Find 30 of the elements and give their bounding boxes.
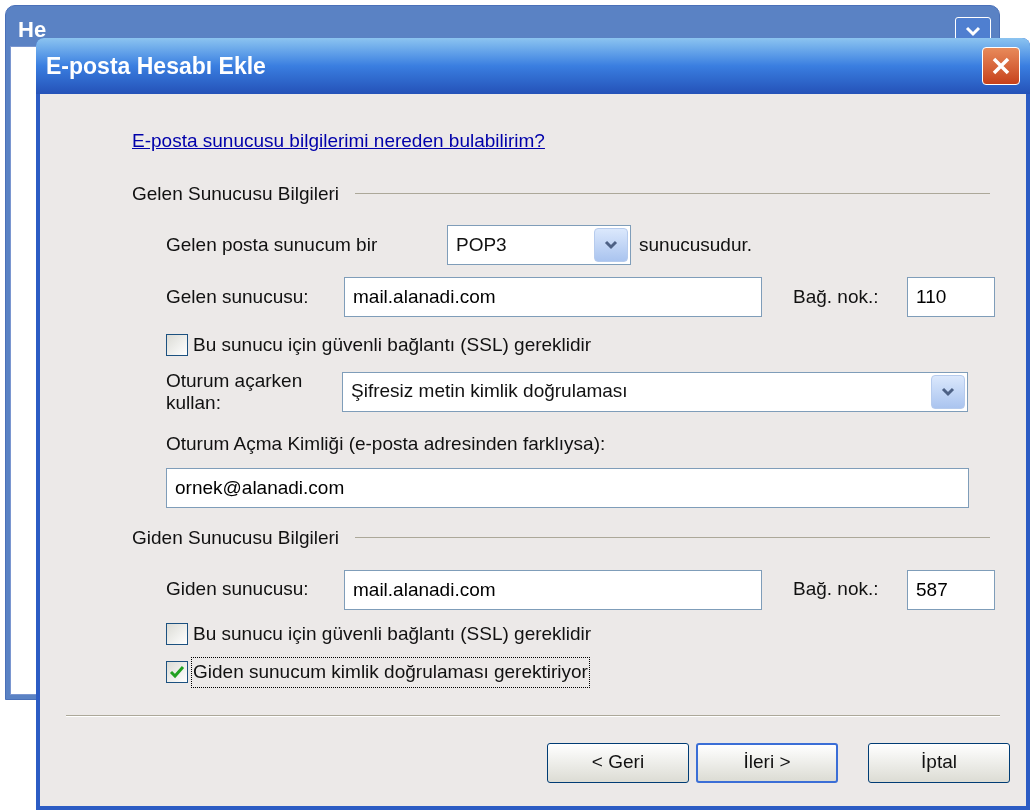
window-title: He xyxy=(18,15,47,44)
incoming-port-field[interactable]: 110 xyxy=(907,277,995,317)
dialog-button[interactable]: İptal xyxy=(868,742,1010,783)
checkbox-label: Bu sunucu için güvenli bağlantı (SSL) gereklidir xyxy=(192,621,593,646)
checkbox[interactable] xyxy=(166,622,188,645)
field-label: Gelen posta sunucum bir xyxy=(166,232,379,257)
outgoing-port-field[interactable]: 587 xyxy=(907,569,995,610)
help-link[interactable]: E-posta sunucusu bilgilerimi nereden bulabilirim? xyxy=(132,127,545,156)
field-label: Bağ. nok.: xyxy=(793,284,880,309)
field-label: sunucusudur. xyxy=(639,232,753,257)
dialog-button[interactable]: < Geri xyxy=(547,742,689,783)
section-heading: Giden Sunucusu Bilgileri xyxy=(132,526,339,550)
field-label: Giden sunucusu: xyxy=(166,577,310,602)
checkbox[interactable] xyxy=(166,661,188,684)
window-title: E-posta Hesabı Ekle xyxy=(46,51,266,81)
incoming-server-field[interactable]: mail.alanadi.com xyxy=(344,277,762,317)
dialog-button[interactable]: İleri > xyxy=(696,742,838,783)
server-type-dropdown[interactable]: POP3 xyxy=(447,225,631,265)
logon-method-dropdown[interactable]: Şifresiz metin kimlik doğrulaması xyxy=(342,371,968,412)
section-heading: Gelen Sunucusu Bilgileri xyxy=(132,181,339,206)
checkbox-label: Giden sunucum kimlik doğrulaması gerektiriyor xyxy=(192,658,589,687)
field-label: Bağ. nok.: xyxy=(793,577,880,602)
close-icon[interactable] xyxy=(982,47,1020,85)
checkbox[interactable] xyxy=(166,334,188,357)
checkbox-label: Bu sunucu için güvenli bağlantı (SSL) gereklidir xyxy=(192,333,593,357)
field-label: Gelen sunucusu: xyxy=(166,284,310,309)
field-label: Oturum Açma Kimliği (e-posta adresinden farklıysa): xyxy=(166,431,607,456)
login-id-field[interactable]: ornek@alanadi.com xyxy=(166,468,969,508)
outgoing-server-field[interactable]: mail.alanadi.com xyxy=(344,569,762,610)
field-label: Oturum açarken kullan: xyxy=(166,369,304,414)
